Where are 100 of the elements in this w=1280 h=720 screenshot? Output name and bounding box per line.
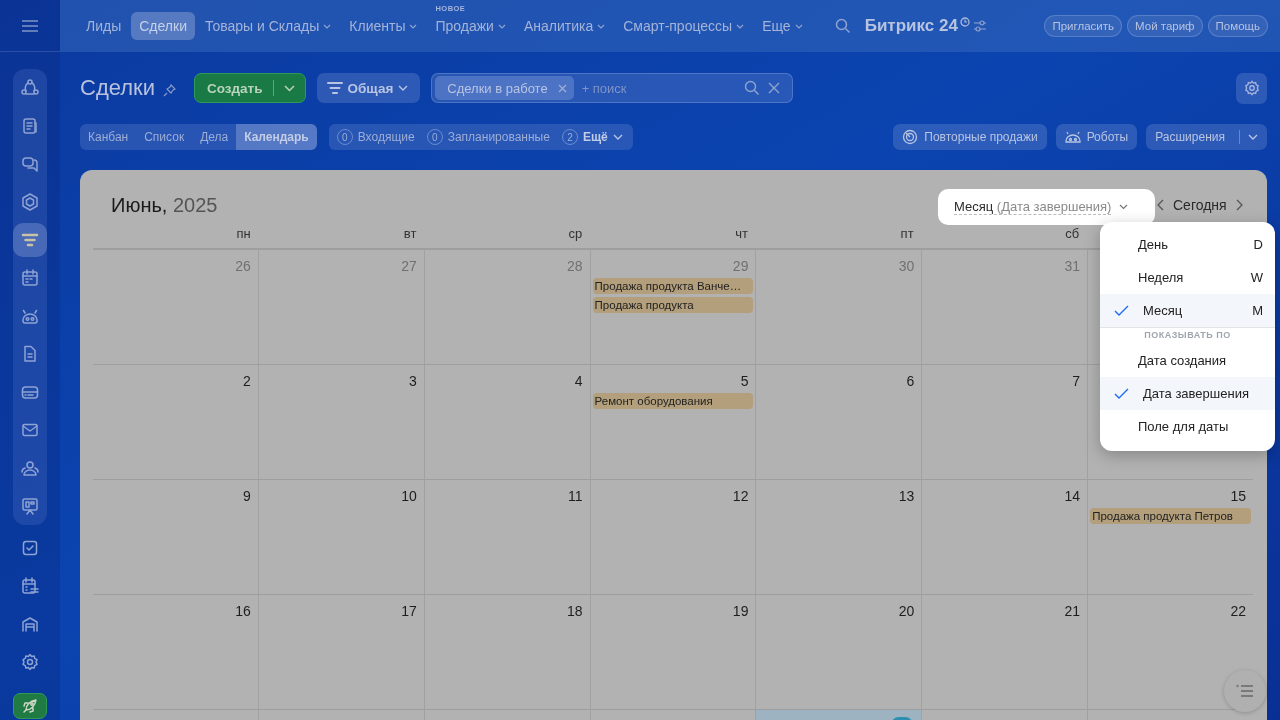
header-button[interactable]: Помощь (1207, 15, 1268, 37)
garage-icon (21, 615, 39, 633)
caret-icon (398, 85, 409, 91)
day-cell[interactable]: 13 (756, 480, 923, 594)
event-chip[interactable]: Продажа продукта (592, 297, 754, 313)
filter-preset-button[interactable]: Общая (316, 73, 421, 103)
day-cell[interactable]: 14 (922, 480, 1089, 594)
people-icon (21, 459, 39, 477)
day-cell[interactable]: 5 Ремонт оборудования (590, 365, 757, 479)
card-icon (21, 383, 39, 401)
chat-icon (21, 155, 39, 173)
create-button[interactable]: Создать (194, 73, 306, 103)
day-cell[interactable]: 4 (424, 365, 591, 479)
nav-tab[interactable]: Лиды (78, 12, 130, 40)
day-cell[interactable]: 21 (922, 595, 1089, 709)
robot-icon (1064, 130, 1081, 144)
settings-button[interactable] (1236, 72, 1267, 104)
funnel-icon (21, 231, 39, 249)
event-chip[interactable]: Продажа продукта Ванче… (592, 278, 754, 294)
header-button[interactable]: Пригласить (1044, 15, 1123, 37)
event-chip[interactable]: Продажа продукта Петров (1090, 508, 1251, 524)
check-icon (1114, 304, 1130, 317)
menu-item[interactable]: Месяц M (1100, 294, 1275, 327)
menu-item[interactable]: Дата завершения (1100, 377, 1275, 410)
nav-tab[interactable]: Продажи (427, 12, 514, 40)
settings-icon (21, 653, 39, 671)
nav-tab[interactable]: Товары и Склады (196, 12, 340, 40)
weekday-label: пн (236, 226, 251, 243)
view-selector[interactable]: Месяц (Дата завершения) (938, 189, 1155, 225)
toolbar-button[interactable]: Повторные продажи (893, 124, 1047, 150)
day-cell[interactable]: 11 (424, 480, 591, 594)
day-cell[interactable]: 12 (590, 480, 757, 594)
day-cell[interactable]: 29 Продажа продукта Ванче… Продажа продукта (590, 250, 757, 364)
caret-icon (409, 23, 418, 29)
hexagon-icon (21, 193, 39, 211)
menu-item[interactable]: День D (1100, 228, 1275, 261)
day-cell[interactable]: 6 (756, 365, 923, 479)
caret-icon[interactable] (283, 84, 295, 92)
nav-tab[interactable]: Еще (754, 12, 811, 40)
day-cell[interactable]: 17 (258, 595, 425, 709)
day-cell[interactable]: 9 (93, 480, 259, 594)
search-icon[interactable] (744, 80, 761, 96)
today-button[interactable]: Сегодня (1173, 197, 1227, 213)
weekday-label: сб (1065, 226, 1080, 243)
mail-icon (21, 421, 39, 439)
robot-icon (21, 307, 39, 325)
caret-icon (1119, 204, 1129, 210)
caret-icon (1248, 134, 1258, 140)
brand-logo[interactable]: Битрикс 24 (864, 16, 958, 36)
close-icon[interactable] (768, 82, 781, 94)
sliders-icon[interactable] (972, 20, 987, 32)
pin-icon[interactable] (163, 83, 176, 97)
menu-item[interactable]: Дата создания (1100, 344, 1275, 377)
calendar-icon (21, 269, 39, 287)
weekday-label: пт (900, 226, 914, 243)
caret-icon (736, 23, 745, 29)
day-cell[interactable]: 7 (922, 365, 1089, 479)
day-cell[interactable]: 10 (258, 480, 425, 594)
filter-icon (326, 81, 343, 95)
day-cell[interactable]: 22 (1088, 595, 1253, 709)
header-button[interactable]: Мой тариф (1127, 15, 1203, 37)
day-cell[interactable]: 15 Продажа продукта Петров (1088, 480, 1253, 594)
newspaper-icon (21, 117, 39, 135)
month-title: Июнь, 2025 (111, 193, 218, 217)
list-button[interactable] (1224, 670, 1266, 712)
presentation-icon (21, 497, 39, 515)
day-cell[interactable]: 16 (93, 595, 259, 709)
menu-item[interactable]: Поле для даты (1100, 410, 1275, 443)
day-cell[interactable]: 18 (424, 595, 591, 709)
toolbar-button[interactable]: Роботы (1055, 124, 1138, 150)
nav-tab[interactable]: Смарт-процессы (615, 12, 753, 40)
menu-icon[interactable] (22, 19, 38, 32)
sidebar-item[interactable] (13, 223, 47, 257)
sidebar-item[interactable] (13, 693, 47, 719)
day-cell[interactable]: 19 (590, 595, 757, 709)
list-icon (1236, 684, 1254, 698)
close-icon[interactable] (557, 83, 567, 93)
checkbox-icon (21, 539, 39, 557)
event-chip[interactable]: Ремонт оборудования (592, 393, 754, 409)
weekday-label: ср (568, 226, 583, 243)
target-icon (902, 129, 919, 145)
menu-item[interactable]: Неделя W (1100, 261, 1275, 294)
caret-icon (612, 134, 623, 140)
day-cell[interactable]: 3 (258, 365, 425, 479)
weekday-label: вт (403, 226, 417, 243)
previous-icon[interactable] (1157, 199, 1164, 211)
caret-icon (497, 23, 506, 29)
settings-icon (1243, 80, 1260, 96)
caret-icon (597, 23, 606, 29)
day-cell[interactable]: 2 (93, 365, 259, 479)
nav-tab[interactable]: Аналитика (515, 12, 614, 40)
next-icon[interactable] (1235, 199, 1243, 211)
toolbar-button[interactable]: Расширения (1146, 124, 1267, 150)
search-icon[interactable] (834, 18, 851, 34)
page-title: Сделки (80, 75, 155, 101)
caret-icon (323, 23, 332, 29)
document-icon (21, 345, 39, 363)
caret-icon (794, 23, 803, 29)
counter-filter[interactable]: 2 Ещё (561, 129, 623, 145)
nav-tab[interactable]: Клиенты (341, 12, 426, 40)
